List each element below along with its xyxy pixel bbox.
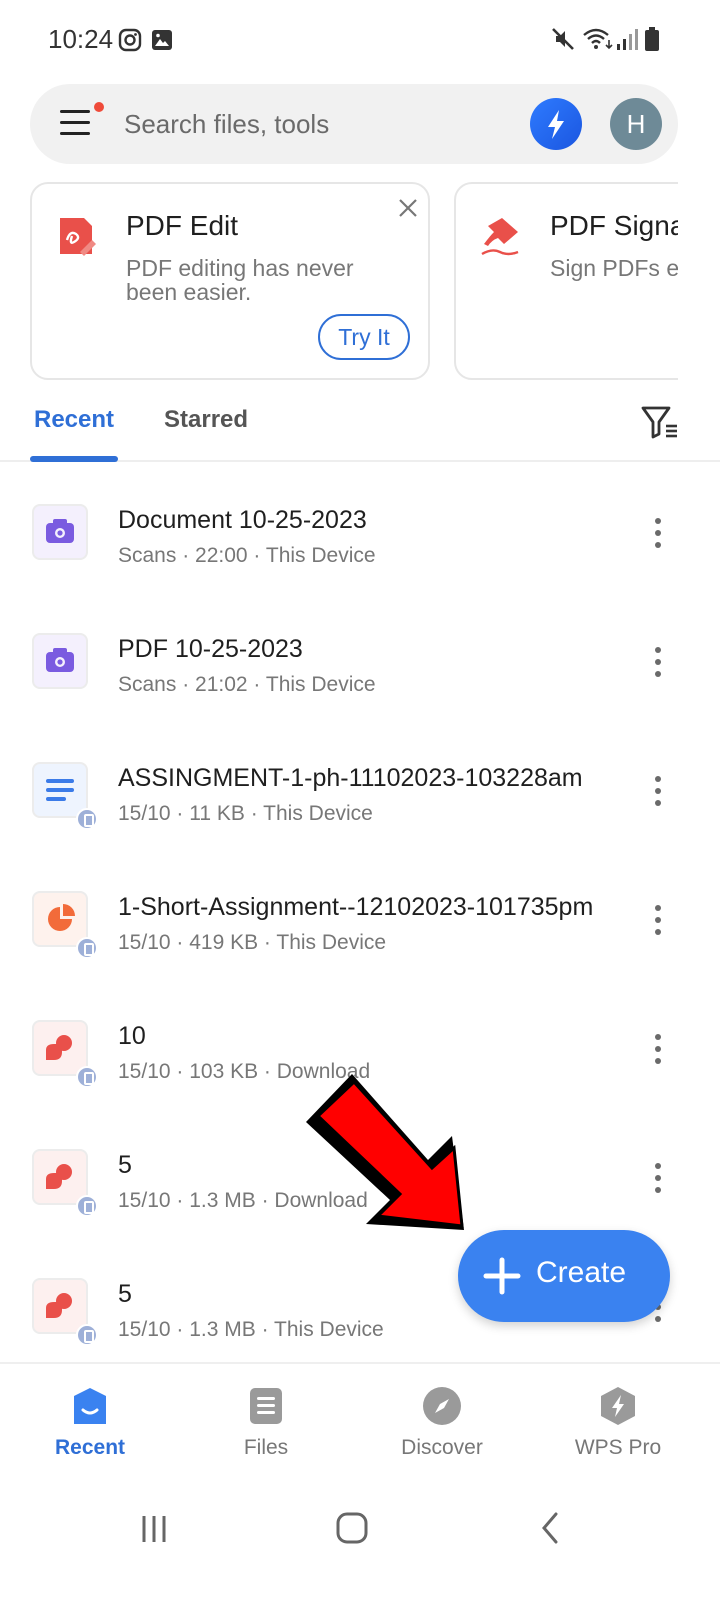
- tab-starred[interactable]: Starred: [164, 406, 248, 434]
- wps-pro-icon: [601, 1387, 635, 1425]
- flash-button[interactable]: [530, 98, 582, 150]
- close-icon[interactable]: [394, 194, 422, 222]
- bottom-nav: Recent Files Discover WPS Pro: [0, 1362, 720, 1482]
- promo-card-pdf-edit[interactable]: PDF Edit PDF editing has never been easi…: [30, 182, 430, 380]
- tab-underline: [30, 456, 118, 462]
- back-icon[interactable]: [520, 1504, 580, 1552]
- file-row[interactable]: PDF 10-25-2023 Scans · 21:02 · This Devi…: [0, 607, 720, 736]
- pdf-edit-icon: [60, 218, 96, 256]
- scan-file-icon: [32, 504, 88, 560]
- promo-card-pdf-signature[interactable]: PDF Signature Sign PDFs easily: [454, 182, 678, 380]
- status-bar: 10:24: [0, 0, 720, 78]
- tabs: Recent Starred: [0, 392, 720, 462]
- more-options-icon[interactable]: [644, 516, 672, 550]
- more-options-icon[interactable]: [644, 774, 672, 808]
- more-options-icon[interactable]: [644, 1032, 672, 1066]
- promo-description: Sign PDFs easily: [550, 255, 678, 281]
- file-row[interactable]: 1-Short-Assignment--12102023-101735pm 15…: [0, 865, 720, 994]
- instagram-icon: [118, 28, 142, 52]
- system-nav-bar: [0, 1484, 720, 1600]
- nav-label: Recent: [54, 1436, 126, 1459]
- nav-label: Discover: [401, 1436, 483, 1459]
- create-button[interactable]: Create: [458, 1230, 670, 1322]
- device-badge-icon: [76, 1195, 98, 1217]
- nav-label: Files: [243, 1436, 289, 1459]
- file-name: Document 10-25-2023: [118, 506, 367, 534]
- promo-title: PDF Signature: [550, 210, 678, 241]
- file-meta: 15/10 · 1.3 MB · This Device: [118, 1318, 384, 1341]
- more-options-icon[interactable]: [644, 645, 672, 679]
- nav-item-files[interactable]: Files: [176, 1364, 356, 1482]
- file-row[interactable]: ASSINGMENT-1-ph-11102023-103228am 15/10 …: [0, 736, 720, 865]
- notification-dot: [94, 102, 104, 112]
- menu-button[interactable]: [60, 102, 104, 140]
- nav-label: WPS Pro: [574, 1436, 662, 1459]
- lightning-icon: [548, 110, 564, 139]
- nav-item-recent[interactable]: Recent: [0, 1364, 180, 1482]
- files-icon: [250, 1388, 282, 1424]
- battery-icon: [645, 27, 659, 51]
- device-badge-icon: [76, 808, 98, 830]
- gallery-icon: [152, 30, 172, 50]
- file-name: PDF 10-25-2023: [118, 635, 303, 663]
- nav-item-wps-pro[interactable]: WPS Pro: [528, 1364, 708, 1482]
- avatar[interactable]: H: [610, 98, 662, 150]
- file-name: 10: [118, 1022, 146, 1050]
- recent-icon: [74, 1388, 106, 1424]
- more-options-icon[interactable]: [644, 903, 672, 937]
- more-options-icon[interactable]: [644, 1161, 672, 1195]
- file-meta: 15/10 · 11 KB · This Device: [118, 802, 373, 825]
- search-bar: H: [30, 84, 678, 164]
- hamburger-icon: [60, 110, 90, 113]
- promo-description: PDF editing has never been easier.: [126, 255, 354, 305]
- scan-file-icon: [32, 633, 88, 689]
- device-badge-icon: [76, 1066, 98, 1088]
- file-meta: 15/10 · 419 KB · This Device: [118, 931, 387, 954]
- file-row[interactable]: Document 10-25-2023 Scans · 22:00 · This…: [0, 478, 720, 607]
- promo-strip: PDF Edit PDF editing has never been easi…: [30, 182, 678, 382]
- file-name: ASSINGMENT-1-ph-11102023-103228am: [118, 764, 583, 792]
- filter-icon[interactable]: [640, 402, 680, 442]
- file-name: 1-Short-Assignment--12102023-101735pm: [118, 893, 594, 921]
- signal-icon: [617, 29, 638, 50]
- status-time: 10:24: [48, 24, 114, 54]
- file-name: 5: [118, 1280, 132, 1308]
- wifi-icon: [583, 28, 613, 50]
- plus-icon: [483, 1257, 521, 1295]
- search-input[interactable]: [124, 106, 504, 142]
- nav-item-discover[interactable]: Discover: [352, 1364, 532, 1482]
- device-badge-icon: [76, 1324, 98, 1346]
- annotation-arrow: [306, 1074, 464, 1230]
- mute-icon: [552, 28, 574, 50]
- compass-icon: [423, 1387, 461, 1425]
- file-name: 5: [118, 1151, 132, 1179]
- promo-title: PDF Edit: [126, 210, 239, 241]
- recent-apps-icon[interactable]: [124, 1504, 184, 1552]
- file-meta: Scans · 22:00 · This Device: [118, 544, 376, 567]
- home-icon[interactable]: [322, 1504, 382, 1552]
- device-badge-icon: [76, 937, 98, 959]
- try-it-button[interactable]: Try It: [318, 314, 410, 360]
- pdf-signature-icon: [481, 218, 519, 256]
- file-meta: Scans · 21:02 · This Device: [118, 673, 376, 696]
- tab-recent[interactable]: Recent: [34, 406, 114, 434]
- create-label: Create: [536, 1256, 627, 1289]
